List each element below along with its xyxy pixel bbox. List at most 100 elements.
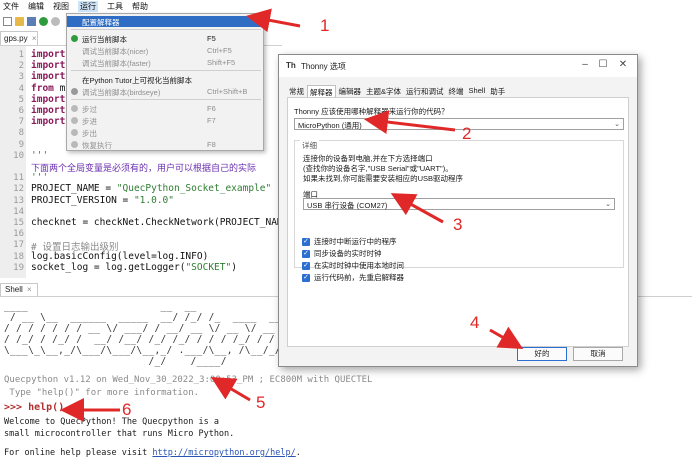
online-help-prefix: For online help please visit	[4, 448, 153, 458]
dialog-tab[interactable]: 主题&字体	[364, 85, 403, 97]
line-number: 2	[18, 61, 24, 72]
checkbox-restart[interactable]: ✓ 运行代码前，先重启解释器	[302, 272, 404, 283]
ascii-banner-line: / __ \__ ______ _____ __/ /_/ /_ ____ __…	[4, 312, 293, 323]
run-menu-item[interactable]: 在Python Tutor上可视化当前脚本	[67, 74, 263, 85]
run-menu-item[interactable]: 运行当前脚本 F5	[67, 33, 263, 44]
online-help-suffix: .	[295, 448, 301, 458]
line-number: 16	[13, 229, 24, 240]
checkbox-label: 同步设备的实时时钟	[314, 249, 382, 258]
debug-icon[interactable]	[51, 17, 60, 26]
maximize-icon[interactable]: ☐	[597, 59, 609, 71]
menu-tools[interactable]: 工具	[107, 1, 123, 12]
code-line: PROJECT_VERSION = "1.0.0"	[31, 195, 174, 206]
run-menu-item-label: 恢复执行	[82, 141, 112, 150]
code-token: socket_log = log.getLogger(	[31, 261, 186, 273]
menu-help[interactable]: 帮助	[132, 1, 148, 12]
run-menu-item-label: 调试当前脚本(faster)	[82, 59, 151, 68]
menu-item-icon	[71, 105, 78, 112]
open-folder-icon[interactable]	[15, 17, 24, 26]
run-menu-item-label: 调试当前脚本(nicer)	[82, 47, 149, 56]
code-line: socket_log = log.getLogger("SOCKET")	[31, 262, 237, 273]
run-menu-item-shortcut: Ctrl+Shift+B	[207, 87, 248, 96]
line-number: 6	[18, 106, 24, 116]
line-number: 14	[13, 206, 24, 217]
code-token: "SOCKET"	[185, 261, 232, 273]
line-number: 15	[13, 218, 24, 228]
hint-line: Type "help()" for more information.	[4, 388, 200, 398]
run-menu-item-shortcut: F7	[207, 116, 216, 125]
dialog-tab[interactable]: 编辑器	[337, 85, 364, 97]
close-icon[interactable]: ×	[27, 285, 32, 294]
thonny-options-dialog: Th Thonny 选项 – ☐ ✕ 常规 解释器 编辑器 主题&字体 运行和调试 终端 S…	[278, 54, 638, 367]
checkbox-interrupt[interactable]: ✓ 连接时中断运行中的程序	[302, 236, 397, 247]
dialog-tab[interactable]: 运行和调试	[404, 85, 446, 97]
run-menu-item[interactable]: 配置解释器	[67, 16, 263, 27]
code-line: import	[31, 116, 65, 127]
editor-tab[interactable]: gps.py ×	[0, 31, 38, 45]
dialog-titlebar[interactable]: Th Thonny 选项 – ☐ ✕	[279, 55, 637, 77]
interpreter-question: Thonny 应该使用哪种解释器来运行你的代码？	[294, 107, 449, 116]
ok-button[interactable]: 好的	[517, 347, 567, 361]
menu-view[interactable]: 视图	[53, 1, 69, 12]
port-select[interactable]: USB 串行设备 (COM27) ⌄	[303, 198, 615, 210]
menu-file[interactable]: 文件	[3, 1, 19, 12]
code-token: '''	[31, 172, 49, 184]
line-number: 18	[13, 251, 24, 262]
run-icon[interactable]	[39, 17, 48, 26]
ascii-banner-line: / / / / / / / __ \/ ___/ / __/ __ \/ __ …	[4, 323, 287, 334]
checkbox-local-time[interactable]: ✓ 在实时时钟中使用本地时间	[302, 260, 404, 271]
line-number: 13	[13, 195, 24, 206]
welcome-line-1: Welcome to QuecPython! The Quecpython is…	[4, 417, 219, 427]
annotation-number-1: 1	[320, 16, 330, 35]
line-number: 3	[18, 72, 24, 83]
code-token: import	[31, 93, 66, 105]
dialog-tab[interactable]: 助手	[488, 85, 507, 97]
annotation-number-2: 2	[462, 124, 472, 143]
checkbox-checked-icon[interactable]: ✓	[302, 249, 310, 258]
run-menu-item-label: 步出	[82, 129, 97, 138]
dialog-tab[interactable]: Shell	[467, 85, 488, 97]
run-menu-item-label: 配置解释器	[82, 18, 120, 27]
new-file-icon[interactable]	[3, 17, 12, 26]
line-number: 10	[13, 150, 24, 161]
checkbox-checked-icon[interactable]: ✓	[302, 273, 310, 282]
interpreter-select[interactable]: MicroPython (通用) ⌄	[294, 118, 624, 130]
port-select-value: USB 串行设备 (COM27)	[307, 201, 388, 210]
detail-line-3: 如果未找到,你可能需要安装相应的USB驱动程序	[303, 174, 464, 183]
shell-tab[interactable]: Shell ×	[0, 283, 38, 296]
minimize-icon[interactable]: –	[579, 59, 591, 71]
checkbox-sync-clock[interactable]: ✓ 同步设备的实时时钟	[302, 248, 382, 259]
annotation-number-6: 6	[122, 400, 132, 419]
interpreter-select-value: MicroPython (通用)	[298, 121, 362, 130]
line-number: 9	[18, 139, 24, 150]
close-icon[interactable]: ✕	[617, 59, 629, 71]
code-token: "QuecPython_Socket_example"	[116, 183, 272, 195]
line-number: 5	[18, 94, 24, 105]
editor-tab-label: gps.py	[4, 34, 28, 43]
thonny-logo-icon: Th	[286, 61, 296, 70]
run-menu-item-label: 步过	[82, 105, 97, 114]
welcome-line-2: small microcontroller that runs Micro Py…	[4, 429, 235, 439]
save-icon[interactable]	[27, 17, 36, 26]
code-line: '''	[31, 150, 48, 161]
run-menu-item-shortcut: F5	[207, 34, 216, 43]
code-line: import	[31, 71, 65, 82]
menu-run[interactable]: 运行	[78, 1, 98, 12]
close-icon[interactable]: ×	[32, 34, 37, 43]
run-menu-item: 步进 F7	[67, 115, 263, 126]
dialog-tab[interactable]: 解释器	[307, 85, 336, 97]
code-line: checknet = checkNet.CheckNetwork(PROJECT…	[31, 217, 282, 228]
menu-edit[interactable]: 编辑	[28, 1, 44, 12]
cancel-button[interactable]: 取消	[573, 347, 623, 361]
shell-tab-label: Shell	[5, 285, 23, 294]
dialog-tab[interactable]: 终端	[447, 85, 466, 97]
online-help-link[interactable]: http://micropython.org/help/	[152, 448, 295, 458]
code-token: )	[231, 261, 237, 273]
menu-item-icon	[71, 88, 78, 95]
checkbox-label: 在实时时钟中使用本地时间	[314, 261, 404, 270]
run-menu-item-label: 运行当前脚本	[82, 35, 127, 44]
checkbox-checked-icon[interactable]: ✓	[302, 237, 310, 246]
checkbox-checked-icon[interactable]: ✓	[302, 261, 310, 270]
line-number: 12	[13, 184, 24, 195]
dialog-tab[interactable]: 常规	[287, 85, 306, 97]
